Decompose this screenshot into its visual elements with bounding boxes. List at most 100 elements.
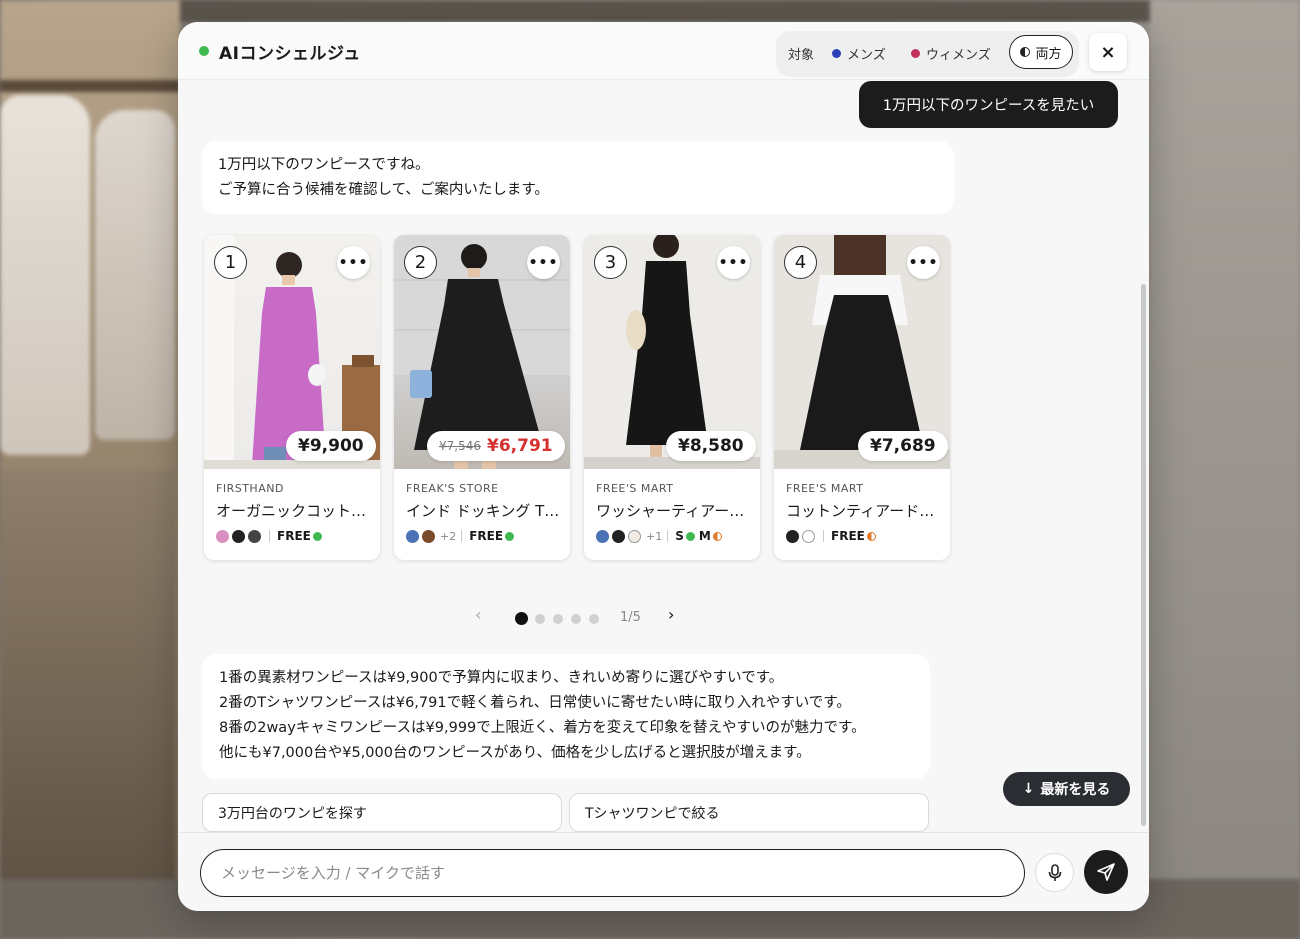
more-options-icon[interactable]: ••• <box>337 246 370 279</box>
jump-to-latest-button[interactable]: ↓ 最新を見る <box>1003 772 1130 806</box>
color-swatch <box>422 529 435 543</box>
product-card[interactable]: 2 ••• ¥7,546 ¥6,791 FREAK'S STORE インド ドッ… <box>394 235 570 560</box>
color-swatch <box>232 529 245 543</box>
half-circle-icon <box>1020 47 1031 57</box>
send-icon <box>1097 863 1115 881</box>
product-card[interactable]: 1 ••• ¥9,900 FIRSTHAND オーガニックコット… FREE <box>204 235 380 560</box>
ai-message: 1番の異素材ワンピースは¥9,900で予算内に収まり、きれいめ寄りに選びやすいで… <box>202 654 930 779</box>
product-name: オーガニックコット… <box>216 502 367 520</box>
panel-header: AIコンシェルジュ 対象 メンズ ウィメンズ 両方 × <box>178 22 1149 80</box>
target-option-mens[interactable]: メンズ <box>832 44 886 63</box>
ai-message-line: 2番のTシャツワンピースは¥6,791で軽く着られ、日常使いに寄せたい時に取り入… <box>219 695 851 711</box>
color-swatch <box>628 529 641 543</box>
page-dot[interactable] <box>535 614 545 624</box>
size-label: M <box>698 529 711 543</box>
price: ¥8,580 <box>678 436 744 456</box>
suggestion-chip[interactable]: Tシャツワンピで絞る <box>569 793 929 832</box>
message-input[interactable] <box>200 849 1025 897</box>
size-label: S <box>675 529 684 543</box>
carousel-pager: ‹ 1/5 › <box>475 605 685 625</box>
original-price: ¥7,546 <box>439 439 481 453</box>
low-stock-icon <box>712 531 722 541</box>
sale-price: ¥6,791 <box>487 436 553 456</box>
composer <box>178 832 1149 911</box>
ai-message-line: ご予算に合う候補を確認して、ご案内いたします。 <box>218 182 549 198</box>
price: ¥7,689 <box>870 436 936 456</box>
product-rank-badge: 1 <box>214 246 247 279</box>
in-stock-dot <box>505 531 515 541</box>
product-name: インド ドッキング T… <box>406 502 560 520</box>
product-variants: FREE <box>786 529 876 543</box>
suggestion-chip[interactable]: 3万円台のワンピを探す <box>202 793 562 832</box>
mic-button[interactable] <box>1035 853 1074 892</box>
app-title: AIコンシェルジュ <box>219 44 361 64</box>
target-option-label: メンズ <box>847 48 886 63</box>
page-dot[interactable] <box>571 614 581 624</box>
mens-color-dot <box>832 49 841 58</box>
next-page-button[interactable]: › <box>668 605 674 624</box>
page-dot[interactable] <box>515 612 528 625</box>
size-label: FREE <box>831 529 865 543</box>
target-option-label: ウィメンズ <box>926 48 991 63</box>
target-label: 対象 <box>788 48 815 63</box>
product-carousel: 1 ••• ¥9,900 FIRSTHAND オーガニックコット… FREE 2… <box>204 235 954 560</box>
product-card[interactable]: 3 ••• ¥8,580 FREE'S MART ワッシャーティアー… +1 S… <box>584 235 760 560</box>
online-status-dot <box>199 46 209 56</box>
ai-message-line: 8番の2wayキャミワンピースは¥9,999で上限近く、着方を変えて印象を替えや… <box>219 720 866 736</box>
page-count: 1/5 <box>620 610 641 625</box>
more-options-icon[interactable]: ••• <box>717 246 750 279</box>
size-label: FREE <box>277 529 311 543</box>
send-button[interactable] <box>1084 850 1128 894</box>
color-swatch <box>786 529 799 543</box>
price: ¥9,900 <box>298 436 364 456</box>
in-stock-dot <box>312 531 322 541</box>
user-message: 1万円以下のワンピースを見たい <box>859 81 1118 128</box>
color-swatch <box>216 529 229 543</box>
color-swatch <box>248 529 261 543</box>
color-swatch <box>596 529 609 543</box>
price-tag: ¥8,580 <box>666 431 756 461</box>
ai-message: 1万円以下のワンピースですね。 ご予算に合う候補を確認して、ご案内いたします。 <box>202 141 954 214</box>
price-tag: ¥7,546 ¥6,791 <box>427 431 565 461</box>
color-swatch <box>406 529 419 543</box>
product-rank-badge: 4 <box>784 246 817 279</box>
product-brand: FREE'S MART <box>596 482 674 495</box>
ai-message-line: 他にも¥7,000台や¥5,000台のワンピースがあり、価格を少し広げると選択肢… <box>219 745 811 761</box>
target-option-both[interactable]: 両方 <box>1009 35 1073 69</box>
product-variants: +1 S M <box>596 529 722 543</box>
in-stock-dot <box>685 531 695 541</box>
arrow-down-icon: ↓ <box>1022 781 1035 797</box>
target-filter: 対象 メンズ ウィメンズ 両方 <box>776 31 1079 77</box>
chat-area[interactable]: 1万円以下のワンピースを見たい 1万円以下のワンピースですね。 ご予算に合う候補… <box>178 80 1149 832</box>
page-dot[interactable] <box>553 614 563 624</box>
more-colors-count: +1 <box>646 529 663 543</box>
womens-color-dot <box>911 49 920 58</box>
microphone-icon <box>1048 863 1061 881</box>
more-options-icon[interactable]: ••• <box>527 246 560 279</box>
prev-page-button[interactable]: ‹ <box>475 605 481 624</box>
price-tag: ¥9,900 <box>286 431 376 461</box>
concierge-panel: AIコンシェルジュ 対象 メンズ ウィメンズ 両方 × 1万円以下のワンピースを… <box>178 22 1149 911</box>
target-option-label: 両方 <box>1035 46 1062 62</box>
color-swatch <box>612 529 625 543</box>
ai-message-line: 1万円以下のワンピースですね。 <box>218 157 430 173</box>
target-option-womens[interactable]: ウィメンズ <box>911 44 991 63</box>
close-button[interactable]: × <box>1089 33 1127 71</box>
page-dot[interactable] <box>589 614 599 624</box>
more-colors-count: +2 <box>440 529 457 543</box>
chat-scrollbar[interactable] <box>1141 284 1146 826</box>
price-tag: ¥7,689 <box>858 431 948 461</box>
color-swatch <box>802 529 815 543</box>
product-name: コットンティアード… <box>786 502 935 520</box>
product-variants: +2 FREE <box>406 529 518 543</box>
more-options-icon[interactable]: ••• <box>907 246 940 279</box>
product-variants: FREE <box>216 529 326 543</box>
product-rank-badge: 3 <box>594 246 627 279</box>
product-card[interactable]: 4 ••• ¥7,689 FREE'S MART コットンティアード… FREE <box>774 235 950 560</box>
jump-to-latest-label: 最新を見る <box>1040 782 1111 798</box>
product-brand: FREAK'S STORE <box>406 482 499 495</box>
product-brand: FIRSTHAND <box>216 482 284 495</box>
product-name: ワッシャーティアー… <box>596 502 745 520</box>
ai-message-line: 1番の異素材ワンピースは¥9,900で予算内に収まり、きれいめ寄りに選びやすいで… <box>219 670 784 686</box>
size-label: FREE <box>469 529 504 543</box>
